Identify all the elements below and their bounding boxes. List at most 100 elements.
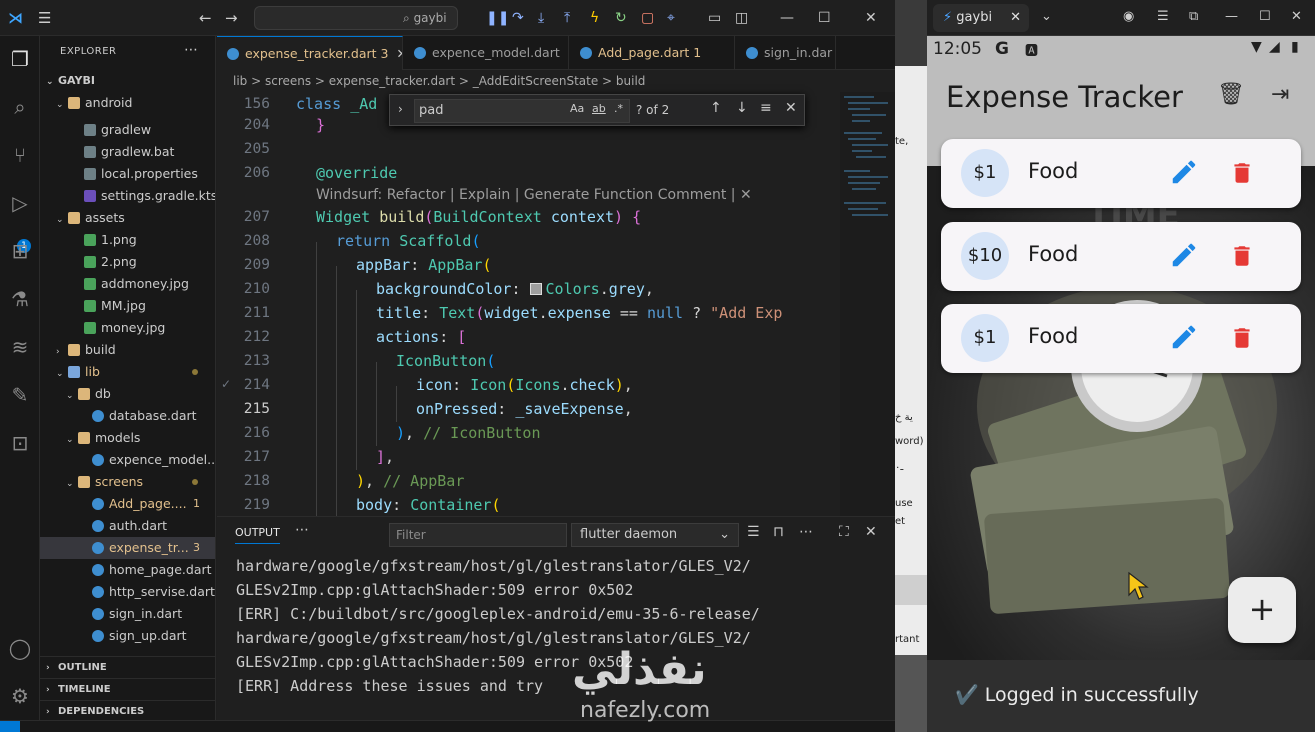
tree-file-home-page[interactable]: home_page.dart xyxy=(40,559,215,581)
tree-folder-assets[interactable]: ⌄ assets xyxy=(40,207,215,229)
close-window-icon[interactable]: ✕ xyxy=(865,9,877,27)
explorer-icon[interactable]: ❐ xyxy=(5,44,35,74)
previous-match-icon[interactable]: ↑ xyxy=(710,100,722,116)
tree-folder-models[interactable]: ⌄ models xyxy=(40,427,215,449)
tree-file-add-page[interactable]: Add_page.... 1 xyxy=(40,493,215,515)
stop-icon[interactable]: ▢ xyxy=(641,9,654,27)
delete-trash-icon[interactable] xyxy=(1229,159,1255,187)
tree-file-addmoney[interactable]: addmoney.jpg xyxy=(40,273,215,295)
menu-icon[interactable]: ☰ xyxy=(1157,9,1169,24)
lock-icon[interactable]: ⊓ xyxy=(773,524,784,540)
maximize-icon[interactable]: ☐ xyxy=(1259,9,1271,24)
output-filter-input[interactable]: Filter xyxy=(389,523,567,547)
remote-indicator[interactable] xyxy=(0,721,20,732)
output-channel-select[interactable]: flutter daemon ⌄ xyxy=(571,523,739,547)
step-over-icon[interactable]: ↷ xyxy=(512,9,524,27)
tree-file-expence-model[interactable]: expence_model... xyxy=(40,449,215,471)
output-tab[interactable]: OUTPUT xyxy=(235,526,280,544)
more-actions-icon[interactable]: ⋯ xyxy=(295,522,309,538)
clear-output-icon[interactable]: ☰ xyxy=(747,524,760,540)
emulator-tab[interactable]: ⚡ gaybi ✕ xyxy=(933,4,1029,32)
regex-icon[interactable]: .* xyxy=(614,102,623,115)
minimize-icon[interactable]: — xyxy=(1225,9,1238,24)
delete-trash-icon[interactable] xyxy=(1229,242,1255,270)
edit-pencil-icon[interactable] xyxy=(1169,240,1199,270)
minimap[interactable] xyxy=(840,92,895,516)
timeline-section[interactable]: › TIMELINE xyxy=(40,678,215,700)
expense-card[interactable]: $10 Food xyxy=(941,222,1301,291)
more-actions-icon[interactable]: ⋯ xyxy=(799,524,813,540)
account-icon[interactable]: ◉ xyxy=(1123,9,1134,24)
maximize-icon[interactable]: ☐ xyxy=(818,9,831,27)
inspect-icon[interactable]: ⌖ xyxy=(667,9,675,27)
add-expense-fab[interactable]: + xyxy=(1228,577,1296,643)
tree-file-local-properties[interactable]: local.properties xyxy=(40,163,215,185)
account-icon[interactable]: ◯ xyxy=(5,633,35,663)
forward-arrow-icon[interactable]: → xyxy=(225,8,238,28)
expense-card[interactable]: $1 Food xyxy=(941,304,1301,373)
tree-file-http-servise[interactable]: http_servise.dart xyxy=(40,581,215,603)
minimize-icon[interactable]: — xyxy=(780,9,794,27)
menu-icon[interactable]: ☰ xyxy=(38,8,51,28)
delete-trash-icon[interactable] xyxy=(1229,324,1255,352)
dependencies-section[interactable]: › DEPENDENCIES xyxy=(40,700,215,720)
tree-folder-lib[interactable]: ⌄ lib xyxy=(40,361,215,383)
maximize-panel-icon[interactable]: ⛶ xyxy=(839,524,849,540)
step-out-icon[interactable]: ⤒ xyxy=(564,9,570,27)
remote-icon[interactable]: ⊡ xyxy=(5,428,35,458)
settings-gear-icon[interactable]: ⚙ xyxy=(5,681,35,711)
close-tab-icon[interactable]: ✕ xyxy=(1010,4,1021,32)
match-case-icon[interactable]: Aa xyxy=(570,102,584,115)
toggle-replace-icon[interactable]: › xyxy=(398,102,403,116)
find-in-selection-icon[interactable]: ≡ xyxy=(760,100,772,116)
windsurf-icon[interactable]: ≋ xyxy=(5,332,35,362)
code-lens[interactable]: Windsurf: Refactor | Explain | Generate … xyxy=(316,187,752,203)
tree-file-expense-tracker[interactable]: expense_tr... 3 xyxy=(40,537,215,559)
close-find-icon[interactable]: ✕ xyxy=(785,100,797,116)
tab-sign-in[interactable]: sign_in.dar xyxy=(736,36,836,70)
toggle-panel-icon[interactable]: ▭ xyxy=(708,9,721,27)
extensions-icon[interactable]: ⊞ xyxy=(5,236,35,266)
tree-file-settings-gradle[interactable]: settings.gradle.kts xyxy=(40,185,215,207)
hot-reload-icon[interactable]: ϟ xyxy=(590,9,599,27)
tree-file-sign-in[interactable]: sign_in.dart xyxy=(40,603,215,625)
tree-folder-android[interactable]: ⌄ android xyxy=(40,92,215,114)
step-into-icon[interactable]: ⤓ xyxy=(538,9,544,27)
next-match-icon[interactable]: ↓ xyxy=(736,100,748,116)
tree-folder-db[interactable]: ⌄ db xyxy=(40,383,215,405)
delete-all-icon[interactable]: 🗑 xyxy=(1217,82,1245,107)
chevron-down-icon[interactable]: ⌄ xyxy=(1041,9,1052,24)
project-root[interactable]: ⌄ GAYBI xyxy=(40,70,215,92)
tree-file-gradlew[interactable]: gradlew xyxy=(40,119,215,141)
tree-file-1-png[interactable]: 1.png xyxy=(40,229,215,251)
tree-file-money[interactable]: money.jpg xyxy=(40,317,215,339)
tree-file-database[interactable]: database.dart xyxy=(40,405,215,427)
testing-icon[interactable]: ⚗ xyxy=(5,284,35,314)
close-panel-icon[interactable]: ✕ xyxy=(865,524,877,540)
edit-pencil-icon[interactable] xyxy=(1169,157,1199,187)
search-icon[interactable]: ⌕ xyxy=(5,92,35,122)
tab-expence-model[interactable]: expence_model.dart xyxy=(404,36,569,70)
popout-icon[interactable]: ⧉ xyxy=(1189,9,1198,24)
source-control-icon[interactable]: ⑂ xyxy=(5,140,35,170)
run-debug-icon[interactable]: ▷ xyxy=(5,188,35,218)
whole-word-icon[interactable]: ab xyxy=(592,102,606,115)
close-window-icon[interactable]: ✕ xyxy=(1291,9,1302,24)
pause-icon[interactable]: ❚❚ xyxy=(486,9,509,27)
tree-file-2-png[interactable]: 2.png xyxy=(40,251,215,273)
close-tab-icon[interactable]: ✕ xyxy=(396,46,402,61)
expense-card[interactable]: $1 Food xyxy=(941,139,1301,208)
logout-icon[interactable]: ⇥ xyxy=(1271,82,1289,107)
command-center-search[interactable]: ⌕ gaybi xyxy=(254,6,458,30)
toggle-sidebar-icon[interactable]: ◫ xyxy=(735,9,748,27)
restart-icon[interactable]: ↻ xyxy=(615,9,627,27)
breadcrumb[interactable]: lib > screens > expense_tracker.dart > _… xyxy=(217,70,895,92)
code-editor[interactable]: 156 204 205 206 207 208 209 210 211 212 … xyxy=(217,92,895,516)
tree-file-mm[interactable]: MM.jpg xyxy=(40,295,215,317)
pen-icon[interactable]: ✎ xyxy=(5,380,35,410)
tree-file-gradlew-bat[interactable]: gradlew.bat xyxy=(40,141,215,163)
tree-file-auth[interactable]: auth.dart xyxy=(40,515,215,537)
outline-section[interactable]: › OUTLINE xyxy=(40,656,215,678)
tab-expense-tracker[interactable]: expense_tracker.dart 3✕ xyxy=(217,36,403,70)
tree-folder-build[interactable]: › build xyxy=(40,339,215,361)
